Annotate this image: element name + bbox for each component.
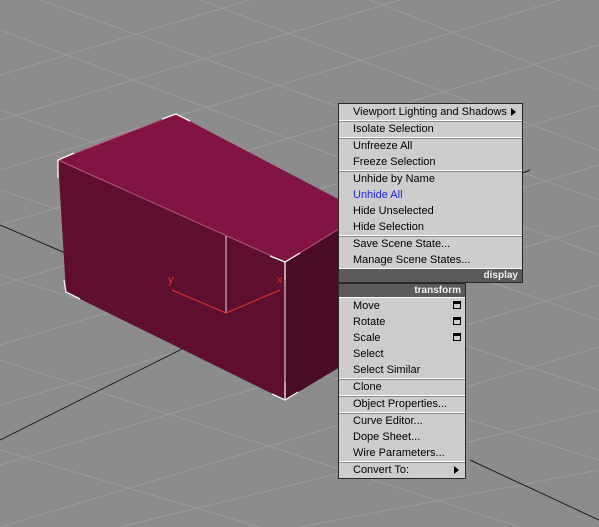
- menu-item-freeze-selection[interactable]: Freeze Selection: [339, 154, 522, 170]
- menu-item-move[interactable]: Move: [339, 298, 465, 314]
- menu-item-label: Select Similar: [353, 364, 421, 376]
- menu-item-rotate[interactable]: Rotate: [339, 314, 465, 330]
- menu-item-dope-sheet[interactable]: Dope Sheet...: [339, 429, 465, 445]
- option-box-icon[interactable]: [453, 301, 461, 309]
- option-box-icon[interactable]: [453, 333, 461, 341]
- menu-item-label: Save Scene State...: [353, 238, 451, 250]
- menu-item-label: Scale: [353, 332, 381, 344]
- option-box-icon[interactable]: [453, 317, 461, 325]
- menu-item-label: Select: [353, 348, 384, 360]
- menu-item-label: Object Properties...: [353, 398, 448, 410]
- menu-item-hide-unselected[interactable]: Hide Unselected: [339, 203, 522, 219]
- menu-item-label: Freeze Selection: [353, 156, 436, 168]
- menu-item-label: Dope Sheet...: [353, 431, 421, 443]
- menu-item-curve-editor[interactable]: Curve Editor...: [339, 412, 465, 429]
- display-quad-menu: Viewport Lighting and Shadows Isolate Se…: [338, 103, 523, 283]
- gizmo-y-label: y: [168, 274, 174, 286]
- menu-item-unhide-by-name[interactable]: Unhide by Name: [339, 170, 522, 187]
- menu-item-wire-parameters[interactable]: Wire Parameters...: [339, 445, 465, 461]
- menu-item-label: Manage Scene States...: [353, 254, 471, 266]
- menu-item-label: Clone: [353, 381, 382, 393]
- menu-item-label: Curve Editor...: [353, 415, 423, 427]
- submenu-arrow-icon: [511, 108, 516, 116]
- menu-item-label: Unhide All: [353, 189, 403, 201]
- menu-item-select-similar[interactable]: Select Similar: [339, 362, 465, 378]
- menu-item-hide-selection[interactable]: Hide Selection: [339, 219, 522, 235]
- menu-item-convert-to[interactable]: Convert To:: [339, 461, 465, 478]
- menu-item-label: Convert To:: [353, 464, 410, 476]
- menu-item-label: Rotate: [353, 316, 386, 328]
- menu-item-label: Move: [353, 300, 380, 312]
- menu-item-label: Isolate Selection: [353, 123, 434, 135]
- submenu-arrow-icon: [454, 466, 459, 474]
- menu-item-unhide-all[interactable]: Unhide All: [339, 187, 522, 203]
- menu-item-scale[interactable]: Scale: [339, 330, 465, 346]
- menu-item-label: Hide Unselected: [353, 205, 434, 217]
- menu-item-save-scene-state[interactable]: Save Scene State...: [339, 235, 522, 252]
- menu-item-label: Unhide by Name: [353, 173, 435, 185]
- menu-item-isolate-selection[interactable]: Isolate Selection: [339, 120, 522, 137]
- menu-item-label: Unfreeze All: [353, 140, 413, 152]
- menu-item-label: Viewport Lighting and Shadows: [353, 106, 507, 118]
- menu-item-label: Hide Selection: [353, 221, 424, 233]
- menu-item-viewport-lighting[interactable]: Viewport Lighting and Shadows: [339, 104, 522, 120]
- menu-item-unfreeze-all[interactable]: Unfreeze All: [339, 137, 522, 154]
- transform-quad-menu: transform Move Rotate Scale Select Selec…: [338, 283, 466, 479]
- quad-header-display: display: [339, 268, 522, 282]
- menu-item-clone[interactable]: Clone: [339, 378, 465, 395]
- menu-item-manage-scene-states[interactable]: Manage Scene States...: [339, 252, 522, 268]
- menu-item-label: Wire Parameters...: [353, 447, 445, 459]
- menu-item-select[interactable]: Select: [339, 346, 465, 362]
- quad-header-transform: transform: [339, 284, 465, 298]
- gizmo-x-label: x: [277, 274, 283, 286]
- menu-item-object-properties[interactable]: Object Properties...: [339, 395, 465, 412]
